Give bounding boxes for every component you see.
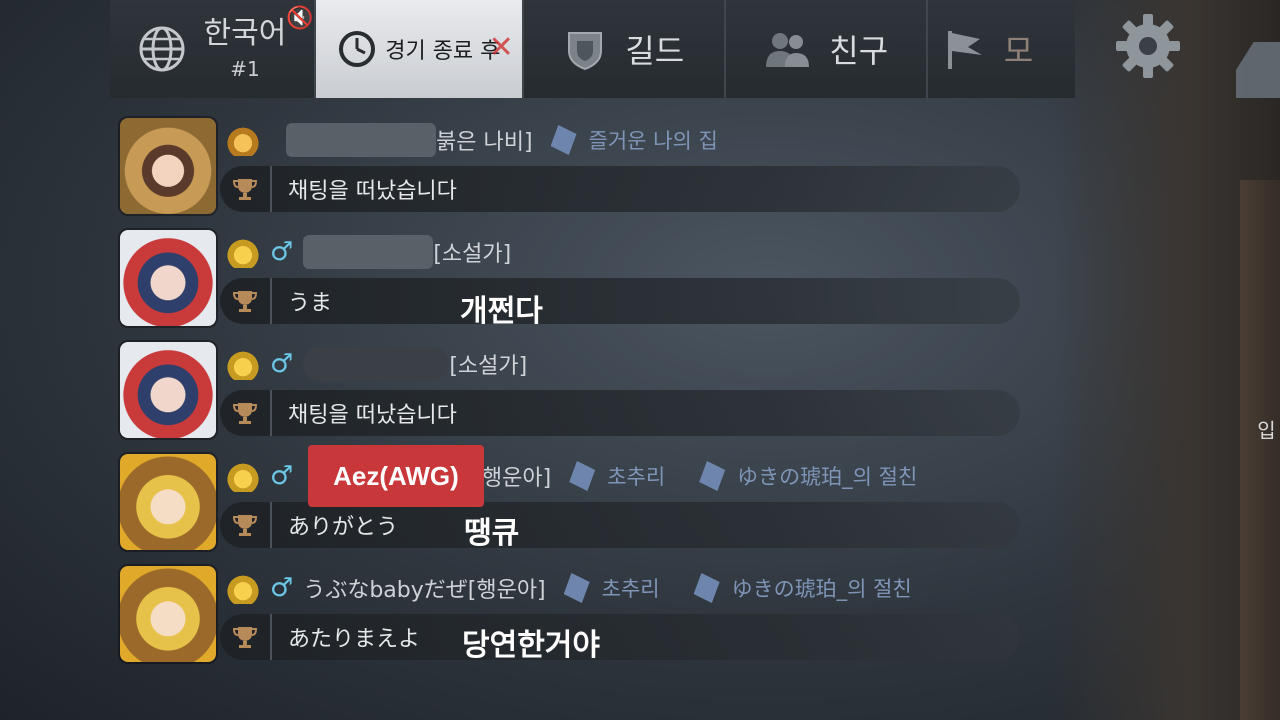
- tab-more-label: 모: [1003, 32, 1034, 70]
- sender-title: [행운아]: [467, 578, 546, 603]
- tab-guild-label: 길드: [625, 32, 685, 70]
- tag-icon: [699, 461, 726, 491]
- settings-gear-icon[interactable]: [1112, 10, 1184, 82]
- avatar[interactable]: [120, 566, 216, 662]
- tab-language-channel[interactable]: 한국어 #1: [110, 0, 316, 98]
- trophy-icon: [220, 502, 272, 548]
- sender-row: ♂ [소설가]: [226, 234, 511, 270]
- tag-chip: 초추리: [563, 573, 660, 603]
- tab-friends-label: 친구: [829, 32, 889, 70]
- message-text: 채팅을 떠났습니다: [288, 403, 457, 428]
- message-bubble: 채팅을 떠났습니다: [220, 166, 1020, 212]
- tab-more[interactable]: 모: [927, 0, 1075, 98]
- tag-chip: ゆきの琥珀_의 절친: [699, 461, 917, 491]
- rank-badge-icon: [226, 460, 260, 492]
- tag-chip: 즐거운 나의 집: [550, 125, 718, 155]
- flag-icon: [942, 27, 986, 71]
- tag-label: 초추리: [607, 465, 666, 489]
- rank-badge-icon: [226, 572, 260, 604]
- friends-icon: [763, 29, 811, 69]
- tag-label: 초추리: [601, 577, 660, 601]
- tab-guild[interactable]: 길드: [523, 0, 726, 98]
- tab-after-match-label: 경기 종료 후: [385, 39, 501, 64]
- trophy-icon: [220, 166, 272, 212]
- avatar[interactable]: [120, 342, 216, 438]
- sender-title: 붉은 나비]: [436, 130, 533, 155]
- message-text: 채팅을 떠났습니다: [288, 179, 457, 204]
- tag-label: ゆきの琥珀_의 절친: [737, 465, 918, 489]
- x-mark-icon: ✕: [488, 30, 514, 65]
- tab-language-count: #1: [230, 57, 260, 81]
- message-text: うま: [288, 291, 333, 316]
- translation-overlay: 땡큐: [464, 516, 520, 551]
- trophy-icon: [220, 278, 272, 324]
- redacted-name: [303, 347, 450, 381]
- player-name-label: Aez(AWG): [308, 445, 484, 507]
- guild-shield-icon: [563, 27, 607, 71]
- tag-icon: [563, 573, 590, 603]
- male-gender-icon: ♂: [270, 237, 294, 267]
- chat-tab-bar: 한국어 #1 경기 종료 후 ✕ 길드 친구 모: [110, 0, 1075, 98]
- sender-title: [행운아]: [473, 466, 552, 491]
- redacted-name: [303, 235, 434, 269]
- avatar[interactable]: [120, 118, 216, 214]
- message-bubble: あたりまえよ: [220, 614, 1020, 660]
- edge-label: 입: [1253, 420, 1277, 440]
- message-bubble: 채팅을 떠났습니다: [220, 390, 1020, 436]
- male-gender-icon: ♂: [270, 461, 294, 491]
- message-bubble: ありがとう: [220, 502, 1020, 548]
- sender-row: ♂ うぶなbabyだぜ [행운아] 초추리 ゆきの琥珀_의 절친: [226, 570, 912, 606]
- chat-message: ♂ [행운아] 초추리 ゆきの琥珀_의 절친 ありがとう 땡큐: [120, 454, 1030, 562]
- mute-icon[interactable]: 🔇: [286, 6, 313, 31]
- rank-badge-icon: [226, 124, 260, 156]
- tag-icon: [550, 125, 577, 155]
- sender-title: [소설가]: [449, 354, 528, 379]
- sender-row: 붉은 나비] 즐거운 나의 집: [226, 122, 718, 158]
- tag-icon: [693, 573, 720, 603]
- avatar[interactable]: [120, 454, 216, 550]
- translation-overlay: 개쩐다: [460, 294, 543, 329]
- redacted-name: [286, 123, 436, 157]
- sender-title: [소설가]: [433, 242, 512, 267]
- sender-name: うぶなbabyだぜ: [303, 578, 468, 603]
- tag-chip: 초추리: [569, 461, 665, 491]
- tag-label: ゆきの琥珀_의 절친: [731, 577, 912, 601]
- tab-friends[interactable]: 친구: [725, 0, 928, 98]
- chat-message: ♂ うぶなbabyだぜ [행운아] 초추리 ゆきの琥珀_의 절친 あたりまえよ …: [120, 566, 1030, 674]
- tab-after-match[interactable]: 경기 종료 후 ✕: [315, 0, 524, 98]
- clock-icon: [337, 29, 377, 69]
- globe-icon: [138, 25, 186, 73]
- translation-overlay: 당연한거야: [462, 628, 600, 663]
- message-text: あたりまえよ: [288, 627, 421, 652]
- message-bubble: うま: [220, 278, 1020, 324]
- chat-message: 붉은 나비] 즐거운 나의 집 채팅을 떠났습니다: [120, 118, 1030, 226]
- message-text: ありがとう: [288, 515, 399, 540]
- tag-chip: ゆきの琥珀_의 절친: [693, 573, 912, 603]
- chat-message: ♂ [소설가] うま 개쩐다: [120, 230, 1030, 338]
- rank-badge-icon: [226, 236, 260, 268]
- sender-row: ♂ [소설가]: [226, 346, 527, 382]
- trophy-icon: [220, 390, 272, 436]
- male-gender-icon: ♂: [270, 573, 294, 603]
- trophy-icon: [220, 614, 272, 660]
- tab-language-label: 한국어: [203, 16, 287, 51]
- rank-badge-icon: [226, 348, 260, 380]
- tag-label: 즐거운 나의 집: [588, 129, 718, 153]
- avatar[interactable]: [120, 230, 216, 326]
- male-gender-icon: ♂: [270, 349, 294, 379]
- tag-icon: [569, 461, 596, 491]
- chat-message: ♂ [소설가] 채팅을 떠났습니다: [120, 342, 1030, 450]
